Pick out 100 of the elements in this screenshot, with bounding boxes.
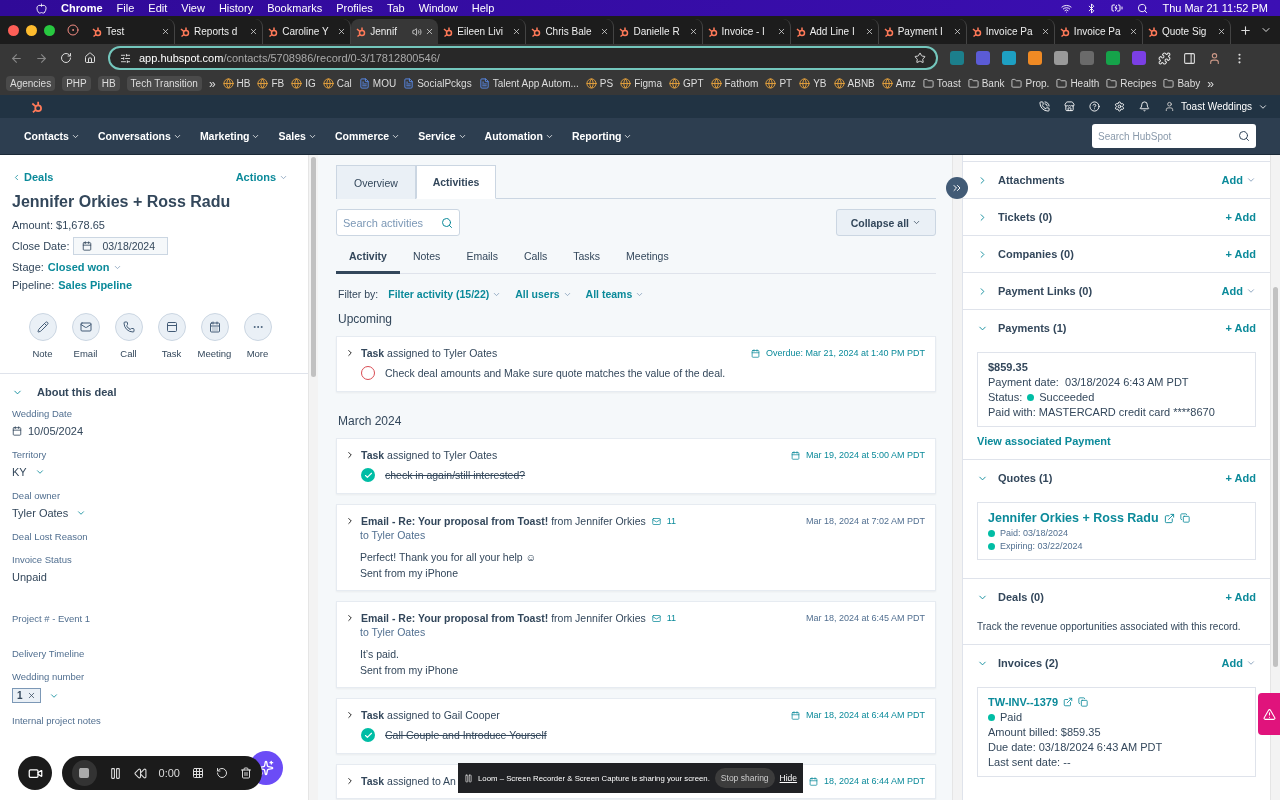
- section-title[interactable]: Quotes (1): [998, 472, 1053, 484]
- date-field[interactable]: 03/18/2024: [73, 237, 169, 255]
- minimize-button[interactable]: [26, 24, 37, 36]
- bookmark-link[interactable]: IG: [305, 78, 316, 89]
- nav-item[interactable]: Sales: [278, 130, 317, 142]
- menu-item[interactable]: View: [181, 2, 205, 14]
- invoice-link[interactable]: TW-INV--1379: [988, 696, 1059, 708]
- value-tag[interactable]: 1: [12, 688, 41, 703]
- nav-item[interactable]: Contacts: [24, 130, 80, 142]
- address-bar[interactable]: app.hubspot.com/contacts/5708986/record/0-3/17812800546/: [108, 46, 938, 70]
- extension-icon[interactable]: [950, 51, 964, 65]
- activity-title[interactable]: Task assigned to An: [361, 775, 456, 787]
- actions-menu[interactable]: Actions: [235, 171, 288, 183]
- section-title[interactable]: Payment Links (0): [998, 285, 1093, 297]
- filter-dropdown[interactable]: All teams: [585, 288, 645, 300]
- activity-tab[interactable]: Notes: [399, 242, 454, 274]
- browser-tab[interactable]: Jennif: [351, 19, 439, 44]
- filter-dropdown[interactable]: Filter activity (15/22): [388, 288, 502, 300]
- bookmark-link[interactable]: GPT: [682, 78, 704, 89]
- bookmark-link[interactable]: Figma: [634, 78, 662, 89]
- extension-icon[interactable]: [1028, 51, 1042, 65]
- menu-item[interactable]: Edit: [148, 2, 168, 14]
- activity-tab[interactable]: Tasks: [560, 242, 614, 274]
- property-value[interactable]: Unpaid: [12, 571, 296, 583]
- nav-item[interactable]: Service: [418, 130, 467, 142]
- menu-item[interactable]: File: [116, 2, 135, 14]
- record-tab[interactable]: Activities: [416, 165, 496, 199]
- section-title[interactable]: Attachments: [998, 174, 1065, 186]
- stop-sharing-button[interactable]: Stop sharing: [714, 768, 775, 788]
- collapse-all-button[interactable]: Collapse all: [835, 209, 936, 236]
- menu-item[interactable]: History: [218, 2, 254, 14]
- nav-item[interactable]: Automation: [484, 130, 554, 142]
- menu-item[interactable]: Profiles: [336, 2, 373, 14]
- bookmark-link[interactable]: Fathom: [724, 78, 759, 89]
- menu-item[interactable]: Window: [418, 2, 458, 14]
- menu-item[interactable]: Help: [471, 2, 495, 14]
- bookmark-folder[interactable]: Bank: [981, 78, 1005, 89]
- bookmark-link[interactable]: Talent App Autom...: [492, 78, 579, 89]
- bookmark-folder[interactable]: Baby: [1177, 78, 1201, 89]
- bookmark-link[interactable]: Cal: [336, 78, 352, 89]
- add-button[interactable]: Add: [1221, 285, 1256, 297]
- filter-dropdown[interactable]: All users: [515, 288, 572, 300]
- menu-item[interactable]: Tab: [386, 2, 405, 14]
- quote-link[interactable]: Jennifer Orkies + Ross Radu: [988, 511, 1159, 525]
- activity-tab[interactable]: Meetings: [613, 242, 682, 274]
- view-payment-link[interactable]: View associated Payment: [977, 435, 1111, 447]
- add-button[interactable]: Add: [1221, 657, 1256, 669]
- account-name[interactable]: Toast Weddings: [1181, 101, 1252, 112]
- bookmark-link[interactable]: SocialPckgs: [417, 78, 472, 89]
- section-title[interactable]: Companies (0): [998, 248, 1074, 260]
- property-value[interactable]: KY: [12, 466, 27, 478]
- stage-dropdown[interactable]: Closed won: [47, 261, 122, 273]
- bookmark-folder[interactable]: Health: [1070, 78, 1100, 89]
- completed-check[interactable]: [361, 728, 375, 742]
- nav-item[interactable]: Reporting: [571, 130, 633, 142]
- extension-icon[interactable]: [1002, 51, 1016, 65]
- menu-app[interactable]: Chrome: [61, 2, 103, 14]
- activity-tab[interactable]: Activity: [336, 242, 400, 274]
- property-value[interactable]: Tyler Oates: [12, 507, 69, 519]
- nav-item[interactable]: Commerce: [334, 130, 401, 142]
- bookmark-link[interactable]: ABNB: [847, 78, 875, 89]
- bookmark-link[interactable]: FB: [271, 78, 285, 89]
- extension-icon[interactable]: [1054, 51, 1068, 65]
- bookmark-chip[interactable]: Agencies: [6, 76, 56, 91]
- activity-title[interactable]: Task assigned to Tyler Oates: [361, 449, 498, 461]
- add-button[interactable]: + Add: [1225, 472, 1256, 484]
- bookmark-link[interactable]: Amz: [895, 78, 916, 89]
- activity-tab[interactable]: Emails: [453, 242, 511, 274]
- bookmark-folder[interactable]: Prop.: [1025, 78, 1050, 89]
- bookmark-link[interactable]: PS: [599, 78, 614, 89]
- activity-title[interactable]: Email - Re: Your proposal from Toast! from Jennifer Orkies: [361, 515, 646, 527]
- section-title[interactable]: Tickets (0): [998, 211, 1053, 223]
- section-title[interactable]: Invoices (2): [998, 657, 1059, 669]
- zoom-button[interactable]: [44, 24, 55, 36]
- extension-icon[interactable]: [1132, 51, 1146, 65]
- bookmark-link[interactable]: PT: [779, 78, 793, 89]
- pipeline-link[interactable]: Sales Pipeline: [58, 279, 133, 291]
- add-button[interactable]: Add: [1221, 174, 1256, 186]
- more-bookmarks[interactable]: »: [1207, 76, 1214, 91]
- alert-tab[interactable]: [1258, 693, 1280, 735]
- stop-recording-button[interactable]: [72, 760, 97, 786]
- bookmark-link[interactable]: YB: [813, 78, 827, 89]
- add-button[interactable]: + Add: [1225, 211, 1256, 223]
- bookmark-folder[interactable]: Toast: [936, 78, 961, 89]
- add-button[interactable]: + Add: [1225, 591, 1256, 603]
- bookmark-link[interactable]: MOU: [372, 78, 397, 89]
- bookmark-link[interactable]: HB: [236, 78, 251, 89]
- property-value[interactable]: 10/05/2024: [28, 425, 84, 437]
- completed-check[interactable]: [361, 468, 375, 482]
- record-tab[interactable]: Overview: [336, 165, 416, 199]
- back-link[interactable]: Deals: [12, 171, 54, 183]
- bookmark-chip[interactable]: HB: [97, 76, 120, 91]
- extension-icon[interactable]: [1080, 51, 1094, 65]
- section-title[interactable]: Payments (1): [998, 322, 1067, 334]
- nav-item[interactable]: Marketing: [199, 130, 261, 142]
- add-button[interactable]: + Add: [1225, 248, 1256, 260]
- more-bookmarks[interactable]: »: [208, 76, 216, 91]
- bookmark-folder[interactable]: Recipes: [1120, 78, 1157, 89]
- bookmark-chip[interactable]: PHP: [62, 76, 91, 91]
- extension-icon[interactable]: [976, 51, 990, 65]
